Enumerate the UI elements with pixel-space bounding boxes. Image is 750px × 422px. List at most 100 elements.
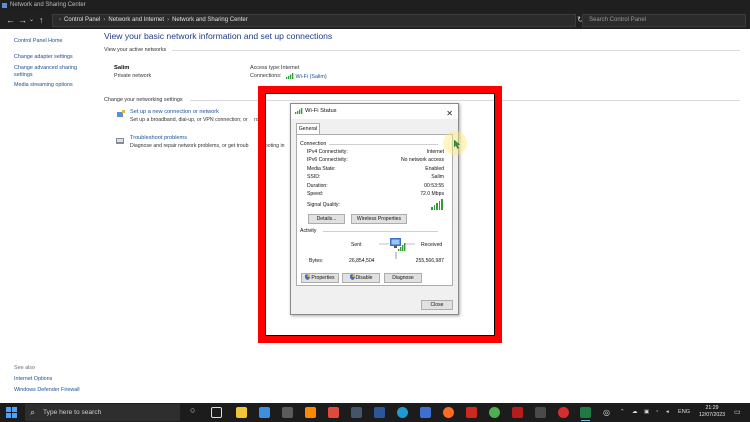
app-icon[interactable]	[420, 407, 431, 418]
left-navigation-pane: Control Panel Home Change adapter settin…	[0, 29, 100, 403]
windows-defender-firewall-link[interactable]: Windows Defender Firewall	[14, 387, 98, 394]
troubleshoot-problems-description: Diagnose and repair network problems, or…	[130, 143, 249, 149]
mail-icon[interactable]	[282, 407, 293, 418]
wifi-tray-icon[interactable]: ◔	[655, 409, 658, 416]
task-view-icon[interactable]	[211, 407, 222, 418]
app-icon[interactable]	[351, 407, 362, 418]
cloud-icon[interactable]: ☁	[632, 409, 638, 416]
firefox-icon[interactable]	[443, 407, 454, 418]
details-button[interactable]: Details...	[308, 214, 345, 224]
general-tab-panel: Connection IPv4 Connectivity: Internet I…	[296, 134, 453, 286]
edge-icon[interactable]	[397, 407, 408, 418]
change-settings-heading: Change your networking settings	[104, 97, 183, 103]
media-state-label: Media State:	[307, 166, 336, 172]
address-breadcrumb[interactable]: › Control Panel › Network and Internet › Netw…	[52, 14, 576, 27]
wifi-connection-link[interactable]: Wi-Fi (Salim)	[286, 73, 327, 80]
language-indicator[interactable]: ENG	[678, 409, 690, 416]
wifi-connection-label: Wi-Fi (Salim)	[295, 74, 327, 80]
breadcrumb-separator-icon: ›	[167, 17, 170, 23]
cortana-icon[interactable]: ○	[190, 406, 195, 415]
breadcrumb-control-panel[interactable]: Control Panel	[64, 17, 100, 23]
properties-button[interactable]: Properties	[301, 273, 339, 283]
group-divider	[323, 231, 438, 232]
wifi-status-dialog: Wi-Fi Status ✕ General Connection IPv4 C…	[290, 103, 459, 315]
windows-start-icon[interactable]	[6, 407, 17, 418]
diagnose-button[interactable]: Diagnose	[384, 273, 422, 283]
bytes-received-value: 255,566,987	[415, 258, 444, 264]
word-icon[interactable]	[374, 407, 385, 418]
network-name: Salim	[114, 65, 130, 71]
search-control-panel-input[interactable]: Search Control Panel	[582, 14, 746, 27]
search-placeholder: Search Control Panel	[589, 17, 647, 23]
vlc-icon[interactable]	[305, 407, 316, 418]
app-icon[interactable]	[535, 407, 546, 418]
recent-locations-chevron-icon[interactable]: ⌄	[29, 14, 34, 26]
ipv4-connectivity-label: IPv4 Connectivity:	[307, 149, 348, 155]
close-icon[interactable]: ✕	[446, 106, 453, 121]
signal-bar	[436, 203, 438, 210]
active-networks-heading: View your active networks	[104, 47, 167, 53]
clock-time: 21:29	[705, 405, 719, 411]
app-icon[interactable]	[328, 407, 339, 418]
ssid-value: Salim	[431, 174, 444, 180]
setup-new-connection-link[interactable]: Set up a new connection or network	[130, 109, 219, 115]
wireless-properties-button[interactable]: Wireless Properties	[351, 214, 407, 224]
dialog-title: Wi-Fi Status	[305, 108, 337, 114]
forward-arrow-icon[interactable]: →	[18, 14, 27, 26]
control-panel-home-link[interactable]: Control Panel Home	[14, 38, 98, 45]
change-advanced-sharing-link[interactable]: Change advanced sharing settings	[14, 65, 84, 79]
troubleshoot-problems-link[interactable]: Troubleshoot problems	[130, 135, 187, 141]
setup-new-connection-description: Set up a broadband, dial-up, or VPN conn…	[130, 117, 248, 123]
taskbar-search-input[interactable]: ⌕ Type here to search	[25, 404, 180, 421]
excel-icon[interactable]	[580, 407, 591, 418]
record-icon[interactable]	[558, 407, 569, 418]
app-tray-icon[interactable]: ▣	[644, 409, 649, 416]
new-connection-icon	[117, 110, 125, 117]
signal-quality-icon	[431, 198, 445, 210]
ipv6-connectivity-value: No network access	[400, 157, 444, 163]
disable-label: Disable	[355, 275, 373, 281]
internet-options-link[interactable]: Internet Options	[14, 376, 98, 383]
access-type-value: Internet	[281, 65, 300, 71]
up-arrow-icon[interactable]: ↑	[39, 14, 44, 26]
wifi-signal-icon	[295, 108, 303, 114]
duration-label: Duration:	[307, 183, 328, 189]
file-explorer-icon[interactable]	[236, 407, 247, 418]
access-type-label: Access type:	[250, 65, 281, 71]
connections-label: Connections:	[250, 73, 282, 79]
show-hidden-icons-icon[interactable]: ⌃	[620, 409, 625, 416]
uac-shield-icon	[305, 274, 311, 280]
received-label: Received	[421, 242, 443, 248]
mouse-pointer-icon	[454, 140, 460, 149]
window-title-bar: Network and Sharing Center	[0, 0, 750, 11]
uac-shield-icon	[349, 274, 355, 280]
ipv4-connectivity-value: Internet	[426, 149, 444, 155]
breadcrumb-network-internet[interactable]: Network and Internet	[108, 17, 164, 23]
signal-bar	[441, 199, 443, 210]
wifi-signal-icon	[286, 73, 294, 79]
app-icon[interactable]	[466, 407, 477, 418]
duration-value: 00:53:55	[424, 183, 444, 189]
chrome-icon[interactable]	[489, 407, 500, 418]
close-button[interactable]: Close	[421, 300, 453, 310]
back-arrow-icon[interactable]: ←	[6, 14, 15, 26]
breadcrumb-sharing-center[interactable]: Network and Sharing Center	[172, 17, 248, 23]
taskbar-clock[interactable]: 21:29 12/07/2023	[694, 405, 730, 419]
app-icon[interactable]: ◎	[603, 409, 610, 417]
breadcrumb-separator-icon: ›	[103, 17, 106, 23]
group-divider	[329, 144, 438, 145]
search-icon: ⌕	[30, 407, 36, 417]
taskbar: ⌕ Type here to search ○ ◎ ⌃ ☁ ▣ ◔ ◂ ENG …	[0, 403, 750, 422]
ssid-label: SSID:	[307, 174, 321, 180]
store-icon[interactable]	[259, 407, 270, 418]
running-indicator	[581, 420, 590, 421]
connection-group-label: Connection	[300, 141, 327, 147]
change-adapter-settings-link[interactable]: Change adapter settings	[14, 54, 98, 61]
volume-icon[interactable]: ◂	[666, 409, 669, 416]
disable-button[interactable]: Disable	[342, 273, 380, 283]
notification-center-icon[interactable]: ▭	[734, 409, 741, 416]
section-divider	[172, 50, 740, 51]
media-streaming-options-link[interactable]: Media streaming options	[14, 82, 98, 89]
app-icon[interactable]	[512, 407, 523, 418]
signal-bar	[431, 207, 433, 210]
